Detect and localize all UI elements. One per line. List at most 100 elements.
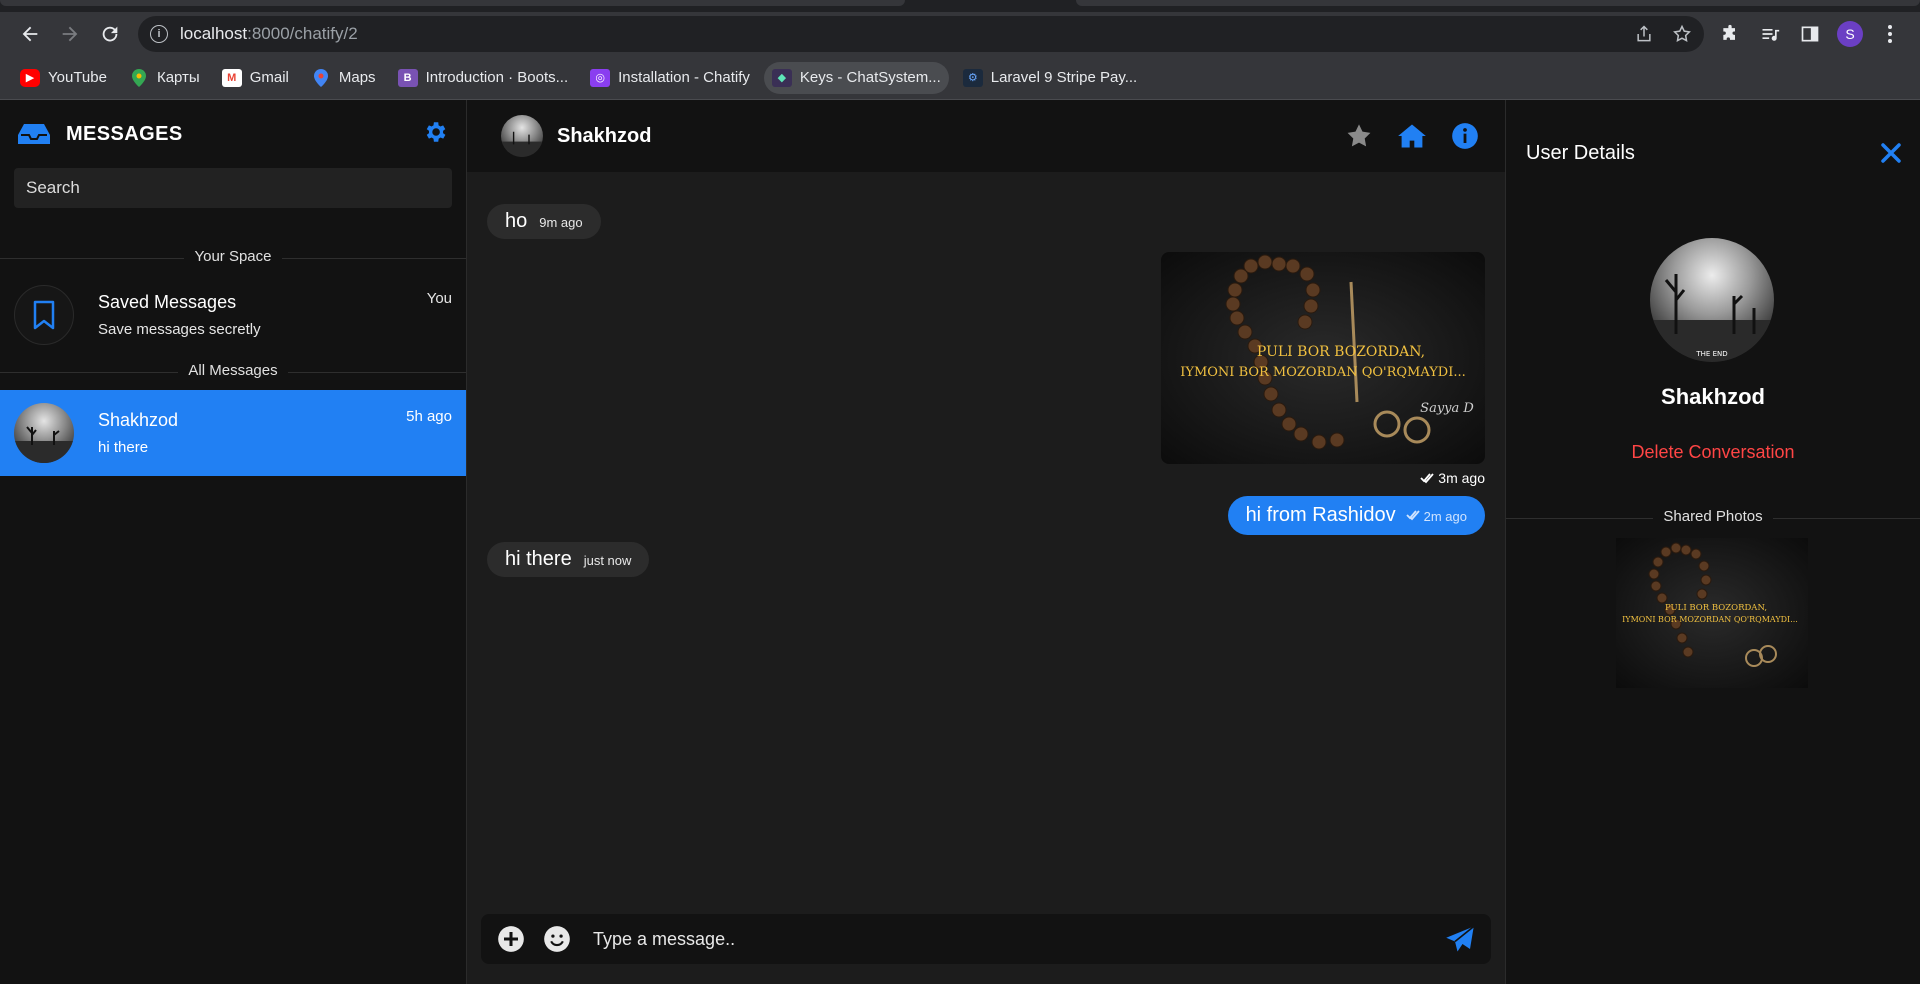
bookmark-bootstrap[interactable]: B Introduction · Boots... [390,62,577,94]
browser-tab-strip [0,0,1920,12]
user-details-name: Shakhzod [1661,384,1765,409]
avatar [14,403,74,463]
arrow-left-icon [22,26,38,42]
browser-toolbar: i localhost:8000/chatify/2 S [0,12,1920,56]
all-messages-divider: All Messages [0,362,466,382]
image-signature: Sayya D [1420,401,1474,416]
bookmark-keys[interactable]: ◆ Keys - ChatSystem... [763,61,949,94]
attach-button[interactable] [497,925,525,953]
bookmark-star-icon[interactable] [1672,24,1692,44]
reload-button[interactable] [90,14,130,54]
message-bubble-outgoing[interactable]: hi from Rashidov 2m ago [1227,496,1485,535]
message-bubble-incoming[interactable]: ho 9m ago [487,204,601,239]
chat-panel: Shakhzod ho 9m ago PULI BOR BOZORDAN, IY… [467,100,1505,984]
info-icon[interactable] [1451,122,1479,150]
saved-messages-item[interactable]: Saved Messages Save messages secretly Yo… [0,272,466,358]
user-details-title: User Details [1526,142,1635,164]
user-details-avatar: THE END [1650,238,1774,362]
sidebar-title: MESSAGES [66,122,183,145]
chat-header: Shakhzod [467,100,1505,172]
bookmark-laravel[interactable]: ⚙ Laravel 9 Stripe Pay... [955,62,1145,94]
bookmark-label: YouTube [48,69,107,86]
contact-item[interactable]: Shakhzod hi there 5h ago [0,390,466,476]
contact-time: 5h ago [406,408,452,425]
media-button[interactable] [1750,14,1790,54]
menu-button[interactable] [1870,14,1910,54]
saved-messages-name: Saved Messages [98,292,237,312]
image-caption-line2: IYMONI BOR MOZORDAN QO'RQMAYDI... [1622,615,1798,624]
inbox-icon [18,124,50,144]
profile-avatar: S [1837,21,1863,47]
paper-plane-icon [1446,925,1475,952]
shared-photos-divider: Shared Photos [1506,508,1920,528]
bookmark-label: Карты [156,69,200,86]
close-details-button[interactable] [1880,142,1902,169]
playlist-icon [1762,29,1780,41]
reload-icon [102,26,118,42]
map-pin-icon [129,68,149,87]
emoji-button[interactable] [543,925,571,953]
url-host: localhost [180,24,248,43]
avatar[interactable] [501,115,543,157]
saved-messages-avatar [14,285,74,345]
bookmark-youtube[interactable]: ▶ YouTube [12,62,115,94]
message-time: 2m ago [1423,509,1467,524]
prayer-beads-image: PULI BOR BOZORDAN, IYMONI BOR MOZORDAN Q… [1161,252,1485,464]
image-caption-line1: PULI BOR BOZORDAN, [1665,603,1767,613]
site-info-icon[interactable]: i [150,25,168,43]
side-panel-button[interactable] [1790,14,1830,54]
star-icon[interactable] [1345,122,1373,150]
double-check-icon [1405,510,1420,521]
avatar-caption: THE END [1695,350,1727,358]
prayer-beads-image: PULI BOR BOZORDAN, IYMONI BOR MOZORDAN Q… [1616,538,1808,688]
chat-app: MESSAGES Search Your Space Saved Message… [0,100,1920,984]
your-space-divider: Your Space [0,248,466,268]
bookmark-chatify[interactable]: ◎ Installation - Chatify [582,62,758,94]
puzzle-icon [1723,24,1735,40]
forward-button[interactable] [50,14,90,54]
bookmark-karty[interactable]: Карты [121,62,208,94]
contact-last-message: hi there [98,439,149,456]
bookmark-label: Introduction · Boots... [425,69,569,86]
user-details-panel: User Details THE END Shakhzod Delete Con… [1505,100,1920,984]
sidebar-header: MESSAGES [0,100,466,168]
chat-contact-name[interactable]: Shakhzod [557,125,651,148]
share-icon[interactable] [1634,24,1654,44]
saved-messages-time: You [426,290,452,307]
shared-photo-thumbnail[interactable]: PULI BOR BOZORDAN, IYMONI BOR MOZORDAN Q… [1616,538,1808,688]
send-button[interactable] [1445,925,1475,953]
bookmark-label: Maps [338,69,376,86]
image-caption-line1: PULI BOR BOZORDAN, [1257,344,1425,360]
bookmark-gmail[interactable]: M Gmail [214,62,297,94]
bootstrap-icon: B [397,68,418,87]
back-button[interactable] [10,14,50,54]
chatify-icon: ◎ [590,68,611,87]
message-input[interactable]: Type a message.. [593,929,1445,950]
message-composer: Type a message.. [481,914,1491,964]
all-messages-label: All Messages [178,362,288,379]
message-text: hi there [505,548,572,570]
plus-circle-icon [498,926,524,952]
search-input[interactable]: Search [14,168,452,208]
kebab-menu-icon [1888,25,1892,43]
bookmark-maps[interactable]: Maps [303,62,384,94]
image-message-time: 3m ago [1420,470,1485,486]
message-bubble-incoming[interactable]: hi there just now [487,542,650,577]
image-message[interactable]: PULI BOR BOZORDAN, IYMONI BOR MOZORDAN Q… [1161,252,1485,464]
home-icon[interactable] [1397,122,1427,150]
side-panel-icon [1801,26,1819,42]
extensions-button[interactable] [1710,14,1750,54]
close-icon [1881,143,1901,163]
url-path: :8000/chatify/2 [247,24,358,43]
bookmark-label: Installation - Chatify [618,69,750,86]
messenger-sidebar: MESSAGES Search Your Space Saved Message… [0,100,467,984]
message-time: 9m ago [539,215,583,230]
shared-photos-label: Shared Photos [1653,508,1773,525]
profile-button[interactable]: S [1830,14,1870,54]
map-pin-icon [311,68,331,87]
delete-conversation-button[interactable]: Delete Conversation [1506,442,1920,463]
settings-button[interactable] [422,119,448,150]
message-time: just now [583,553,632,568]
bookmark-label: Gmail [249,69,289,86]
address-bar[interactable]: i localhost:8000/chatify/2 [138,16,1704,52]
